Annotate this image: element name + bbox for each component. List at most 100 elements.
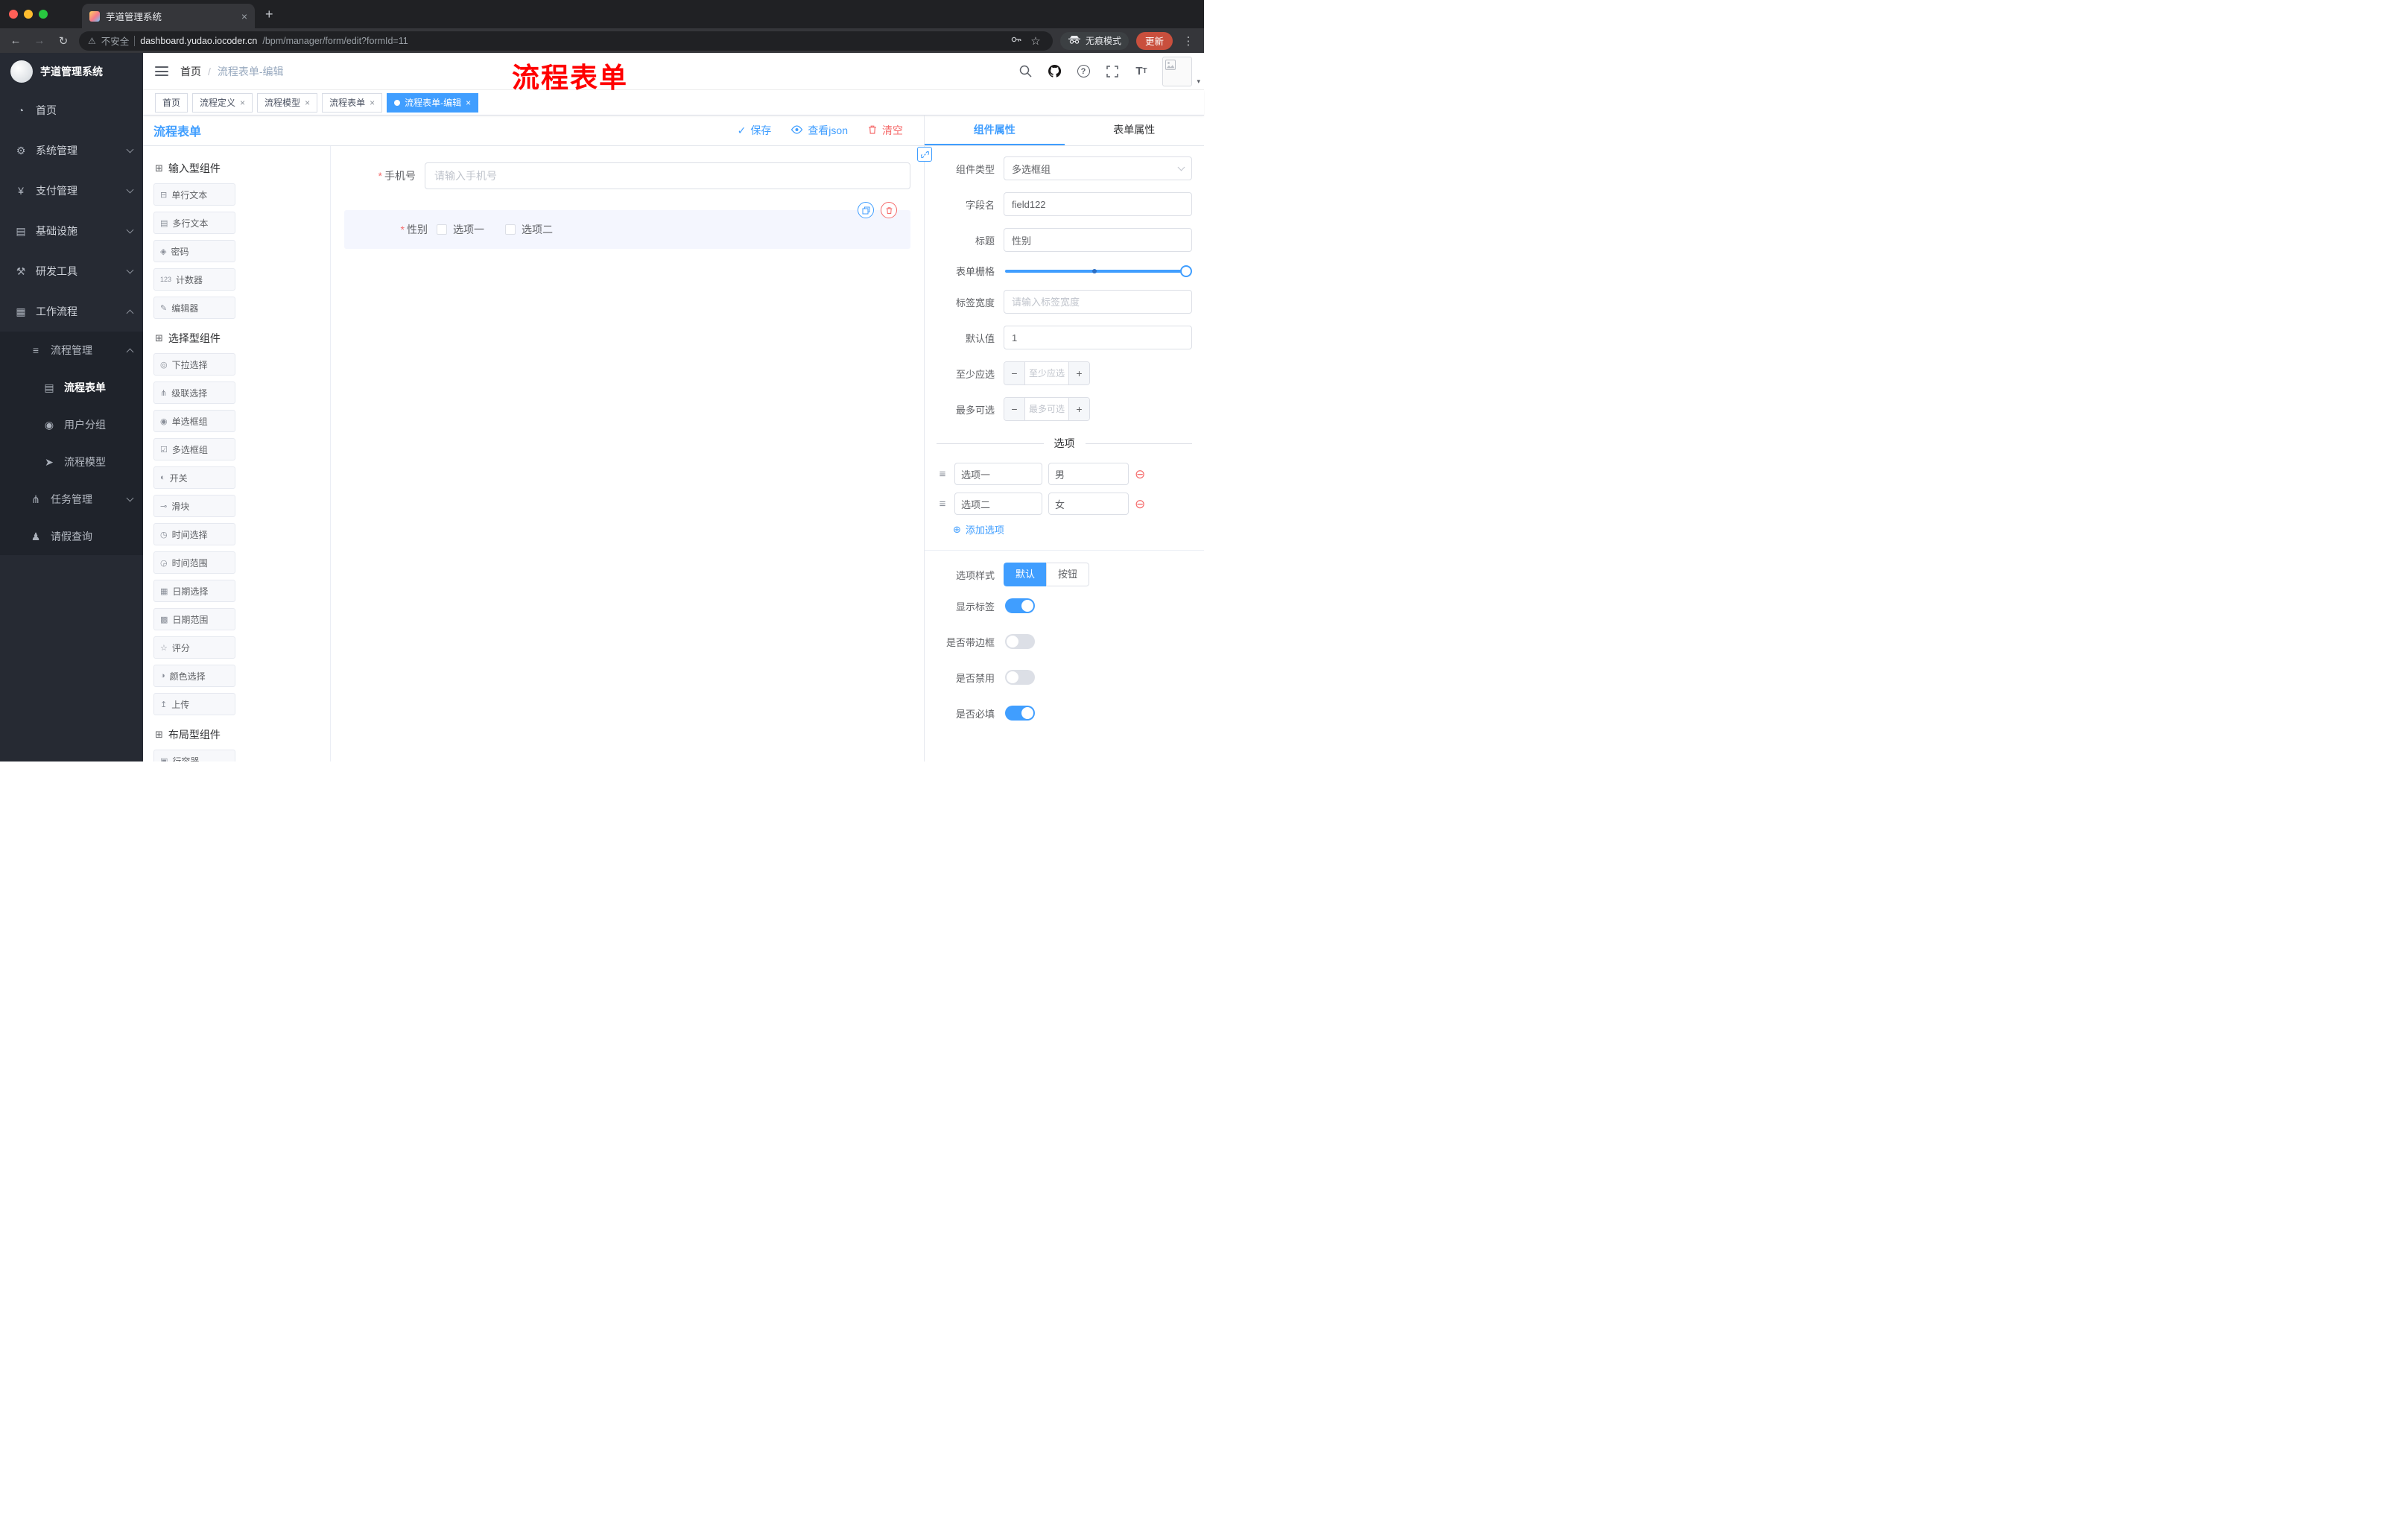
sidebar-item-leave-query[interactable]: ♟ 请假查询 (0, 518, 143, 555)
tab-close-icon[interactable]: × (241, 10, 247, 22)
search-icon[interactable] (1017, 63, 1033, 80)
close-icon[interactable]: × (240, 98, 245, 108)
remove-option-icon[interactable]: ⊖ (1135, 468, 1145, 481)
sidebar-item-process-model[interactable]: ➤ 流程模型 (0, 443, 143, 481)
save-button[interactable]: ✓ 保存 (738, 123, 772, 138)
library-item-time-range[interactable]: ◶ 时间范围 (153, 551, 235, 574)
library-item-switch[interactable]: ◐ 开关 (153, 466, 235, 489)
close-icon[interactable]: × (370, 98, 375, 108)
tag-home[interactable]: 首页 (155, 92, 188, 113)
phone-input[interactable] (425, 162, 910, 189)
sidebar-toggle-icon[interactable] (155, 66, 168, 76)
slider-handle[interactable] (1180, 265, 1192, 277)
forward-icon[interactable]: → (31, 34, 48, 47)
component-type-select[interactable]: 多选框组 (1004, 156, 1192, 180)
library-item-checkbox-group[interactable]: ☑ 多选框组 (153, 438, 235, 460)
disabled-toggle[interactable] (1005, 670, 1035, 685)
option-2-name-input[interactable] (954, 493, 1042, 515)
library-item-color-picker[interactable]: ◑ 颜色选择 (153, 665, 235, 687)
default-value-input[interactable] (1004, 326, 1192, 349)
breadcrumb-home[interactable]: 首页 (180, 64, 201, 79)
sidebar-item-task-management[interactable]: ⋔ 任务管理 (0, 481, 143, 518)
tag-process-model[interactable]: 流程模型 × (257, 92, 318, 113)
grid-slider[interactable] (1005, 265, 1192, 277)
field-name-input[interactable] (1004, 192, 1192, 216)
fullscreen-icon[interactable] (1104, 63, 1121, 80)
library-item-counter[interactable]: 123 计数器 (153, 268, 235, 291)
option-2-value-input[interactable] (1048, 493, 1129, 515)
drag-handle-icon[interactable]: ≡ (937, 498, 948, 510)
font-size-icon[interactable]: TT (1133, 63, 1150, 80)
gender-option-2[interactable]: 选项二 (505, 222, 553, 237)
tag-process-definition[interactable]: 流程定义 × (192, 92, 253, 113)
minus-button[interactable]: − (1004, 398, 1025, 420)
remove-option-icon[interactable]: ⊖ (1135, 498, 1145, 510)
view-json-button[interactable]: 查看json (790, 123, 848, 138)
tab-form-props[interactable]: 表单属性 (1065, 115, 1205, 145)
library-item-cascader[interactable]: ⋔ 级联选择 (153, 381, 235, 404)
label-width-input[interactable] (1004, 290, 1192, 314)
library-item-password[interactable]: ◈ 密码 (153, 240, 235, 262)
library-item-editor[interactable]: ✎ 编辑器 (153, 297, 235, 319)
required-toggle[interactable] (1005, 706, 1035, 721)
sidebar-logo[interactable]: 芋道管理系统 (0, 53, 143, 90)
drag-handle-icon[interactable]: ≡ (937, 468, 948, 481)
bookmark-star-icon[interactable]: ☆ (1027, 34, 1044, 48)
style-default-button[interactable]: 默认 (1004, 563, 1047, 586)
plus-button[interactable]: + (1068, 362, 1089, 384)
max-select-value[interactable]: 最多可选 (1025, 398, 1068, 420)
new-tab-button[interactable]: + (265, 7, 273, 22)
library-item-radio-group[interactable]: ◉ 单选框组 (153, 410, 235, 432)
minus-button[interactable]: − (1004, 362, 1025, 384)
canvas-field-phone[interactable]: * 手机号 (344, 162, 910, 189)
sidebar-item-home[interactable]: ◔ 首页 (0, 90, 143, 130)
library-item-multi-text[interactable]: ▤ 多行文本 (153, 212, 235, 234)
delete-component-button[interactable] (881, 202, 897, 218)
library-item-date-picker[interactable]: ▦ 日期选择 (153, 580, 235, 602)
library-item-select[interactable]: ◎ 下拉选择 (153, 353, 235, 376)
gender-option-1[interactable]: 选项一 (437, 222, 484, 237)
link-icon[interactable] (917, 147, 932, 162)
window-close-button[interactable] (9, 10, 18, 19)
window-minimize-button[interactable] (24, 10, 33, 19)
style-button-button[interactable]: 按钮 (1046, 563, 1090, 586)
show-label-toggle[interactable] (1005, 598, 1035, 613)
sidebar-item-process-form[interactable]: ▤ 流程表单 (0, 369, 143, 406)
github-icon[interactable] (1046, 63, 1062, 80)
browser-update-button[interactable]: 更新 (1135, 31, 1173, 50)
address-bar[interactable]: ⚠ 不安全 dashboard.yudao.iocoder.cn/bpm/man… (79, 31, 1053, 51)
copy-component-button[interactable] (858, 202, 874, 218)
library-item-time-picker[interactable]: ◷ 时间选择 (153, 523, 235, 545)
sidebar-item-system[interactable]: ⚙ 系统管理 (0, 130, 143, 171)
tab-component-props[interactable]: 组件属性 (925, 115, 1065, 145)
min-select-value[interactable]: 至少应选 (1025, 362, 1068, 384)
close-icon[interactable]: × (305, 98, 310, 108)
tag-process-form-edit[interactable]: 流程表单-编辑 × (387, 92, 479, 113)
library-item-row-container[interactable]: ▣ 行容器 (153, 750, 235, 762)
sidebar-item-user-group[interactable]: ◉ 用户分组 (0, 406, 143, 443)
canvas-field-gender-selected[interactable]: * 性别 选项一 选项二 (344, 202, 910, 249)
help-icon[interactable]: ? (1075, 63, 1091, 80)
tag-process-form[interactable]: 流程表单 × (322, 92, 383, 113)
sidebar-item-workflow[interactable]: ▦ 工作流程 (0, 291, 143, 332)
library-item-upload[interactable]: ↥ 上传 (153, 693, 235, 715)
option-1-name-input[interactable] (954, 463, 1042, 485)
browser-menu-icon[interactable]: ⋮ (1180, 34, 1197, 48)
add-option-button[interactable]: ⊕ 添加选项 (953, 522, 1192, 536)
library-item-rate[interactable]: ☆ 评分 (153, 636, 235, 659)
back-icon[interactable]: ← (7, 34, 24, 47)
title-input[interactable] (1004, 228, 1192, 252)
sidebar-item-infra[interactable]: ▤ 基础设施 (0, 211, 143, 251)
plus-button[interactable]: + (1068, 398, 1089, 420)
clear-button[interactable]: 清空 (867, 123, 903, 138)
sidebar-item-devtools[interactable]: ⚒ 研发工具 (0, 251, 143, 291)
library-item-slider[interactable]: ⊸ 滑块 (153, 495, 235, 517)
option-1-value-input[interactable] (1048, 463, 1129, 485)
border-toggle[interactable] (1005, 634, 1035, 649)
sidebar-item-process-management[interactable]: ≡ 流程管理 (0, 332, 143, 369)
user-avatar[interactable]: ▾ (1162, 56, 1200, 86)
close-icon[interactable]: × (466, 98, 471, 108)
library-item-single-text[interactable]: ⊟ 单行文本 (153, 183, 235, 206)
window-zoom-button[interactable] (39, 10, 48, 19)
browser-tab[interactable]: 芋道管理系统 × (82, 4, 255, 28)
